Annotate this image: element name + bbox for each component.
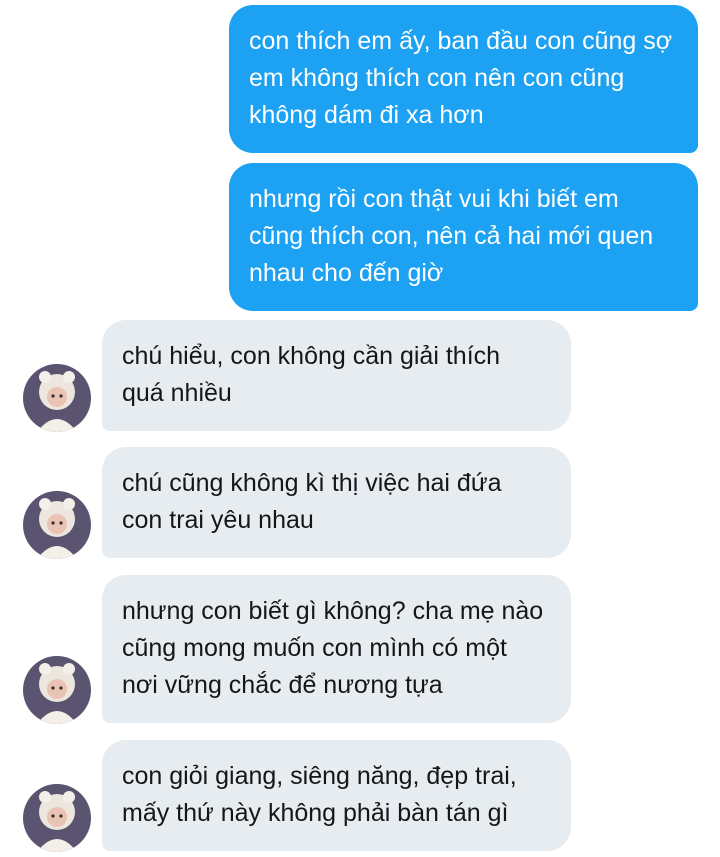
user-avatar-icon[interactable] <box>23 364 91 432</box>
message-bubble-incoming[interactable]: con giỏi giang, siêng năng, đẹp trai, mấ… <box>102 740 571 851</box>
message-bubble-outgoing[interactable]: con thích em ấy, ban đầu con cũng sợ em … <box>229 5 698 153</box>
conversation-thread: con thích em ấy, ban đầu con cũng sợ em … <box>0 0 720 857</box>
user-avatar-icon[interactable] <box>23 784 91 852</box>
message-bubble-outgoing[interactable]: nhưng rồi con thật vui khi biết em cũng … <box>229 163 698 311</box>
user-avatar-icon[interactable] <box>23 656 91 724</box>
user-avatar-icon[interactable] <box>23 491 91 559</box>
message-bubble-incoming[interactable]: nhưng con biết gì không? cha mẹ nào cũng… <box>102 575 571 723</box>
message-bubble-incoming[interactable]: chú cũng không kì thị việc hai đứa con t… <box>102 447 571 558</box>
message-bubble-incoming[interactable]: chú hiểu, con không cần giải thích quá n… <box>102 320 571 431</box>
